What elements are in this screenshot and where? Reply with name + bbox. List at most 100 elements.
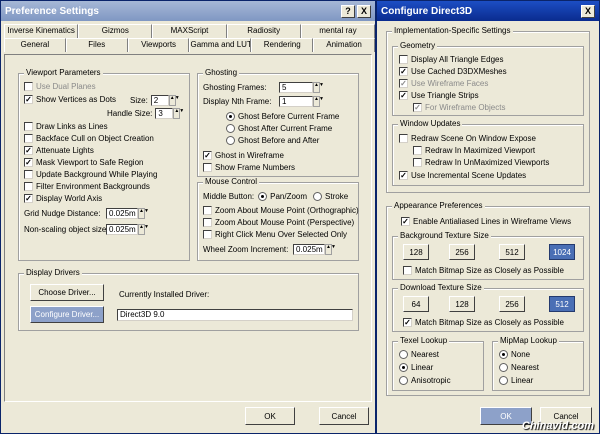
- tab-files[interactable]: Files: [65, 38, 128, 52]
- nth-frame-input[interactable]: 1: [279, 96, 313, 107]
- close-icon[interactable]: X: [581, 4, 595, 18]
- ghost-wireframe-checkbox[interactable]: ✓ Ghost in Wireframe: [203, 151, 284, 160]
- help-button[interactable]: ?: [341, 4, 355, 18]
- incremental-updates-checkbox[interactable]: ✓ Use Incremental Scene Updates: [399, 171, 526, 180]
- mipmap-linear-radio[interactable]: Linear: [499, 376, 533, 385]
- spinner-icon[interactable]: ▲▼: [325, 244, 336, 255]
- use-dual-planes-checkbox[interactable]: Use Dual Planes: [24, 82, 96, 91]
- tab-maxscript[interactable]: MAXScript: [152, 24, 227, 38]
- group-label: Download Texture Size: [398, 283, 484, 292]
- wheel-zoom-control: Wheel Zoom Increment: 0.025m ▲▼: [203, 244, 336, 255]
- radio-selected-icon[interactable]: [258, 192, 268, 201]
- checkbox-box: [24, 122, 33, 131]
- backface-cull-checkbox[interactable]: Backface Cull on Object Creation: [24, 134, 154, 143]
- label: Show Vertices as Dots: [36, 95, 117, 104]
- ghost-before-after-radio[interactable]: Ghost Before and After: [226, 136, 319, 145]
- for-wireframe-checkbox[interactable]: ✓ For Wireframe Objects: [413, 103, 505, 112]
- checkmark-icon: ✓: [24, 94, 33, 104]
- all-triangle-edges-checkbox[interactable]: Display All Triangle Edges: [399, 55, 504, 64]
- show-vertices-checkbox[interactable]: ✓ Show Vertices as Dots: [24, 95, 116, 104]
- texel-nearest-radio[interactable]: Nearest: [399, 350, 439, 359]
- pan-zoom-label: Pan/Zoom: [270, 192, 308, 201]
- radio-icon: [399, 376, 408, 385]
- label: Use Incremental Scene Updates: [411, 171, 527, 180]
- wireframe-faces-checkbox[interactable]: ✓ Use Wireframe Faces: [399, 79, 488, 88]
- bg-size-256-button[interactable]: 256: [449, 244, 475, 260]
- spinner-icon[interactable]: ▲▼: [138, 224, 149, 235]
- bg-size-128-button[interactable]: 128: [403, 244, 429, 260]
- bg-match-checkbox[interactable]: Match Bitmap Size as Closely as Possible: [403, 266, 564, 275]
- update-background-checkbox[interactable]: Update Background While Playing: [24, 170, 157, 179]
- dl-size-256-button[interactable]: 256: [499, 296, 525, 312]
- texel-anisotropic-radio[interactable]: Anisotropic: [399, 376, 451, 385]
- nonscaling-size-control: Non-scaling object size: 0.025m ▲▼: [24, 224, 149, 235]
- display-drivers-group: Display Drivers Choose Driver... Configu…: [18, 268, 359, 331]
- spinner-icon[interactable]: ▲▼: [313, 96, 324, 107]
- configure-driver-button[interactable]: Configure Driver...: [30, 306, 104, 323]
- tab-rendering[interactable]: Rendering: [251, 38, 314, 52]
- spinner-icon[interactable]: ▲▼: [313, 82, 324, 93]
- spinner-icon[interactable]: ▲▼: [138, 208, 149, 219]
- radio-icon[interactable]: [313, 192, 323, 201]
- group-label: MipMap Lookup: [498, 336, 559, 345]
- attenuate-lights-checkbox[interactable]: ✓ Attenuate Lights: [24, 146, 94, 155]
- checkbox-box: [399, 55, 408, 64]
- ghosting-frames-input[interactable]: 5: [279, 82, 313, 93]
- redraw-unmaximized-checkbox[interactable]: Redraw In UnMaximized Viewports: [413, 158, 549, 167]
- filter-env-checkbox[interactable]: Filter Environment Backgrounds: [24, 182, 150, 191]
- nonscaling-input[interactable]: 0.025m: [106, 224, 138, 235]
- titlebar: Preference Settings ? X: [1, 1, 375, 21]
- label: Match Bitmap Size as Closely as Possible: [415, 318, 564, 327]
- tab-animation[interactable]: Animation: [313, 38, 375, 52]
- dl-size-512-button[interactable]: 512: [549, 296, 575, 312]
- label: Ghost Before and After: [238, 136, 320, 145]
- mipmap-none-radio[interactable]: None: [499, 350, 530, 359]
- texel-linear-radio[interactable]: Linear: [399, 363, 433, 372]
- mask-viewport-checkbox[interactable]: ✓ Mask Viewport to Safe Region: [24, 158, 143, 167]
- zoom-ortho-checkbox[interactable]: Zoom About Mouse Point (Orthographic): [203, 206, 359, 215]
- label: Backface Cull on Object Creation: [36, 134, 154, 143]
- choose-driver-button[interactable]: Choose Driver...: [30, 284, 104, 301]
- wheel-zoom-input[interactable]: 0.025m: [293, 244, 325, 255]
- show-frame-numbers-checkbox[interactable]: Show Frame Numbers: [203, 163, 295, 172]
- checkbox-box: [24, 182, 33, 191]
- tab-mental-ray[interactable]: mental ray: [300, 24, 376, 38]
- tab-inverse-kinematics[interactable]: Inverse Kinematics: [4, 24, 79, 38]
- dl-size-128-button[interactable]: 128: [449, 296, 475, 312]
- dl-size-64-button[interactable]: 64: [403, 296, 429, 312]
- draw-links-checkbox[interactable]: Draw Links as Lines: [24, 122, 108, 131]
- tab-general[interactable]: General: [4, 38, 66, 52]
- bg-size-1024-button[interactable]: 1024: [549, 244, 575, 260]
- tab-radiosity[interactable]: Radiosity: [226, 24, 301, 38]
- bg-size-512-button[interactable]: 512: [499, 244, 525, 260]
- right-click-checkbox[interactable]: Right Click Menu Over Selected Only: [203, 230, 347, 239]
- triangle-strips-checkbox[interactable]: ✓ Use Triangle Strips: [399, 91, 479, 100]
- tab-viewports[interactable]: Viewports: [127, 38, 190, 52]
- dl-match-checkbox[interactable]: ✓ Match Bitmap Size as Closely as Possibl…: [403, 318, 564, 327]
- handle-size-input[interactable]: 3: [155, 108, 174, 119]
- size-input[interactable]: 2: [150, 95, 169, 106]
- label: Zoom About Mouse Point (Orthographic): [215, 206, 359, 215]
- display-world-axis-checkbox[interactable]: ✓ Display World Axis: [24, 194, 102, 203]
- cancel-button[interactable]: Cancel: [319, 407, 369, 425]
- ghost-before-radio[interactable]: Ghost Before Current Frame: [226, 112, 339, 121]
- spinner-icon[interactable]: ▲▼: [168, 95, 180, 106]
- tab-gamma-lut[interactable]: Gamma and LUT: [189, 38, 252, 52]
- label: Show Frame Numbers: [215, 163, 296, 172]
- tab-gizmos[interactable]: Gizmos: [78, 24, 153, 38]
- close-icon[interactable]: X: [357, 4, 371, 18]
- cached-meshes-checkbox[interactable]: ✓ Use Cached D3DXMeshes: [399, 67, 507, 76]
- ok-button[interactable]: OK: [245, 407, 295, 425]
- redraw-maximized-checkbox[interactable]: Redraw In Maximized Viewport: [413, 146, 535, 155]
- antialias-checkbox[interactable]: ✓ Enable Antialiased Lines in Wireframe V…: [401, 217, 571, 226]
- mipmap-nearest-radio[interactable]: Nearest: [499, 363, 539, 372]
- redraw-expose-checkbox[interactable]: Redraw Scene On Window Expose: [399, 134, 536, 143]
- label: Ghost Before Current Frame: [238, 112, 340, 121]
- label: Mask Viewport to Safe Region: [36, 158, 144, 167]
- preference-settings-window: Preference Settings ? X Inverse Kinemati…: [0, 0, 376, 434]
- zoom-persp-checkbox[interactable]: Zoom About Mouse Point (Perspective): [203, 218, 354, 227]
- checkmark-icon: ✓: [24, 193, 33, 203]
- spinner-icon[interactable]: ▲▼: [173, 108, 184, 119]
- ghost-after-radio[interactable]: Ghost After Current Frame: [226, 124, 332, 133]
- grid-nudge-input[interactable]: 0.025m: [106, 208, 138, 219]
